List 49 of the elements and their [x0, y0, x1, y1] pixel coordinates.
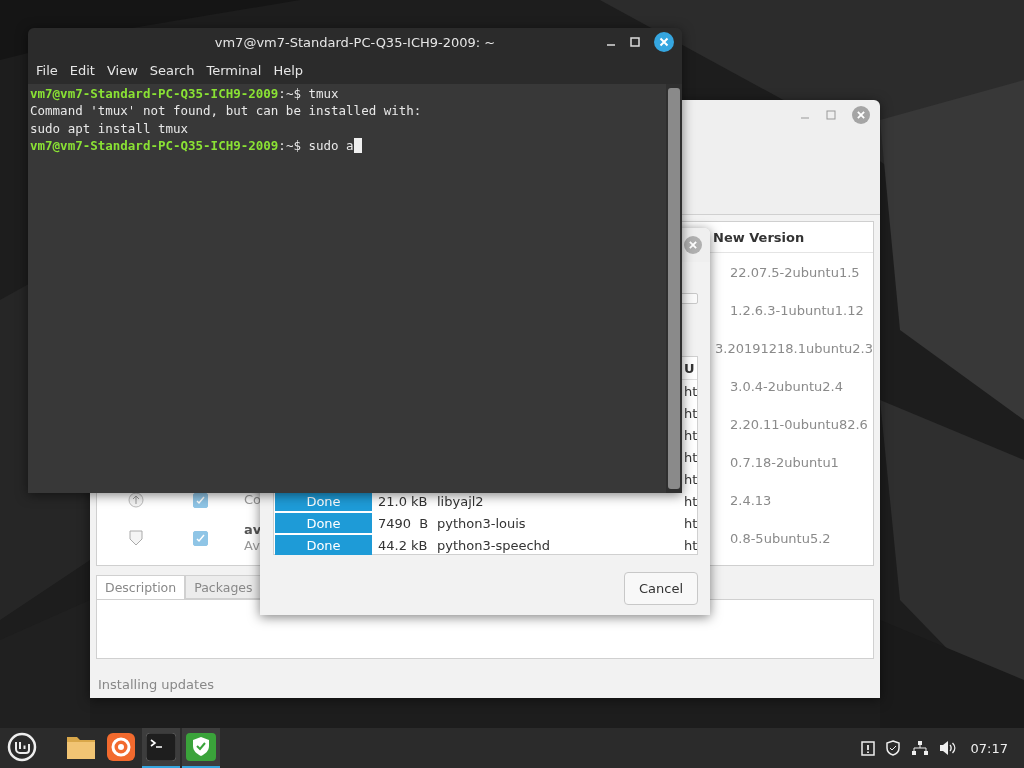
table-cell: ht: [684, 383, 697, 399]
table-cell: ht: [684, 449, 697, 465]
table-cell-text: 44.2 kB: [377, 537, 429, 553]
output-line: Command 'tmux' not found, but can be installed with:: [30, 102, 422, 120]
output-line: sudo apt install tmux: [30, 119, 189, 137]
tab[interactable]: Description: [96, 575, 186, 599]
status-cell: Done: [275, 491, 372, 511]
table-cell-text: 22.07.5-2ubuntu1.5: [729, 264, 860, 280]
menu-item[interactable]: Terminal: [200, 62, 268, 78]
table-cell-text: 0.7.18-2ubuntu1: [729, 454, 839, 470]
cancel-button[interactable]: Cancel: [624, 572, 698, 605]
table-cell-text: 2.4.13: [729, 492, 772, 508]
table-cell-text: 7490 B: [377, 515, 430, 531]
prompt-path: :~$: [278, 85, 301, 103]
prompt-user: vm7@vm7-Standard-PC-Q35-ICH9-2009: [30, 136, 279, 155]
prompt-user: vm7@vm7-Standard-PC-Q35-ICH9-2009: [30, 85, 279, 103]
table-cell: ht: [684, 471, 697, 487]
package-name: av: [244, 522, 262, 538]
command-text: sudo a: [308, 136, 354, 155]
status-cell: Done: [275, 535, 372, 555]
status-text: Installing updates: [97, 677, 215, 692]
table-cell-text: 1.2.6.3-1ubuntu1.12: [729, 302, 864, 318]
menu-item[interactable]: Search: [143, 62, 201, 78]
table-cell-text: 3.20191218.1ubuntu2.3: [714, 340, 873, 356]
table-cell: ht: [684, 493, 697, 509]
menu-item[interactable]: View: [100, 62, 144, 78]
table-cell-text: 3.0.4-2ubuntu2.4: [729, 378, 844, 394]
status-cell: Done: [275, 513, 372, 533]
table-cell-text: 2.20.11-0ubuntu82.6: [729, 416, 868, 432]
table-cell: ht: [684, 405, 697, 421]
menu-item[interactable]: File: [30, 62, 64, 78]
clock[interactable]: 07:17: [970, 740, 1008, 756]
window-title: vm7@vm7-Standard-PC-Q35-ICH9-2009: ~: [214, 34, 496, 50]
column-header[interactable]: U: [684, 360, 697, 376]
package-description: Co: [244, 492, 262, 508]
column-header[interactable]: New Version: [709, 229, 805, 245]
table-cell-text: 0.8-5ubuntu5.2: [729, 530, 831, 546]
menu-item[interactable]: Help: [267, 62, 310, 78]
menu-item[interactable]: Edit: [63, 62, 101, 78]
table-cell: ht: [684, 537, 697, 553]
prompt-path: :~$: [278, 136, 301, 155]
command-text: tmux: [308, 85, 339, 103]
table-cell: ht: [684, 427, 697, 443]
table-cell: python3-speechd: [437, 537, 551, 553]
table-cell: python3-louis: [437, 515, 526, 531]
package-description: Av: [244, 538, 260, 554]
table-cell: ht: [684, 515, 697, 531]
table-cell-text: 21.0 kB: [377, 493, 429, 509]
table-cell: libyajl2: [437, 493, 484, 509]
